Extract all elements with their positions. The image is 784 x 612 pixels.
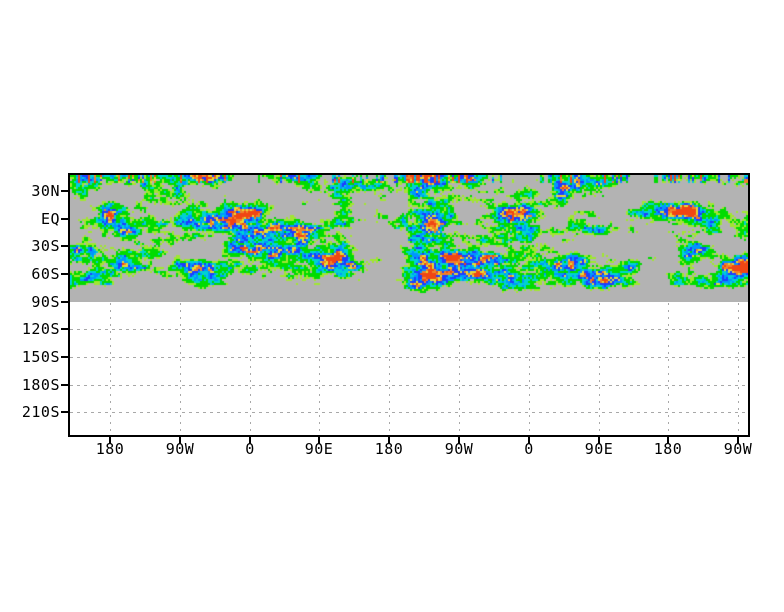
y-axis-tick bbox=[61, 218, 69, 220]
gridline-vertical bbox=[250, 303, 251, 435]
x-axis-label: 0 bbox=[524, 440, 534, 458]
y-axis-label: 90S bbox=[31, 293, 60, 311]
gridline-vertical bbox=[180, 303, 181, 435]
x-axis-label: 180 bbox=[374, 440, 404, 458]
x-axis-label: 90W bbox=[444, 440, 474, 458]
y-axis-label: EQ bbox=[40, 210, 60, 228]
y-axis-label: 180S bbox=[21, 376, 60, 394]
y-axis-tick bbox=[61, 273, 69, 275]
x-axis-label: 0 bbox=[245, 440, 255, 458]
y-axis-tick bbox=[61, 356, 69, 358]
y-axis-label: 210S bbox=[21, 403, 60, 421]
x-axis-label: 180 bbox=[653, 440, 683, 458]
grads-shaded-plot-figure: 30N EQ 30S 60S 90S 120S 150S 180S 210S 180 90W 0 90E… bbox=[0, 0, 784, 612]
y-axis-tick bbox=[61, 245, 69, 247]
gridline-horizontal bbox=[70, 329, 748, 330]
shaded-noise-field bbox=[70, 175, 748, 295]
gridline-vertical bbox=[319, 303, 320, 435]
gridline-vertical bbox=[389, 303, 390, 435]
gridline-vertical bbox=[110, 303, 111, 435]
x-axis-label: 90E bbox=[584, 440, 614, 458]
gridline-horizontal bbox=[70, 412, 748, 413]
y-axis-tick bbox=[61, 190, 69, 192]
x-axis-label: 90W bbox=[723, 440, 753, 458]
y-axis-label: 120S bbox=[21, 320, 60, 338]
gridline-vertical bbox=[459, 303, 460, 435]
y-axis-label: 150S bbox=[21, 348, 60, 366]
y-axis-label: 30S bbox=[31, 237, 60, 255]
y-axis-tick bbox=[61, 384, 69, 386]
gridline-horizontal bbox=[70, 357, 748, 358]
gridline-vertical bbox=[599, 303, 600, 435]
y-axis-label: 30N bbox=[31, 182, 60, 200]
gridline-vertical bbox=[668, 303, 669, 435]
gridline-vertical bbox=[529, 303, 530, 435]
y-axis-tick bbox=[61, 301, 69, 303]
gridline-horizontal bbox=[70, 385, 748, 386]
y-axis-label: 60S bbox=[31, 265, 60, 283]
y-axis-tick bbox=[61, 328, 69, 330]
x-axis-label: 180 bbox=[95, 440, 125, 458]
y-axis-tick bbox=[61, 411, 69, 413]
x-axis-label: 90W bbox=[165, 440, 195, 458]
x-axis-label: 90E bbox=[304, 440, 334, 458]
gridline-vertical bbox=[738, 303, 739, 435]
